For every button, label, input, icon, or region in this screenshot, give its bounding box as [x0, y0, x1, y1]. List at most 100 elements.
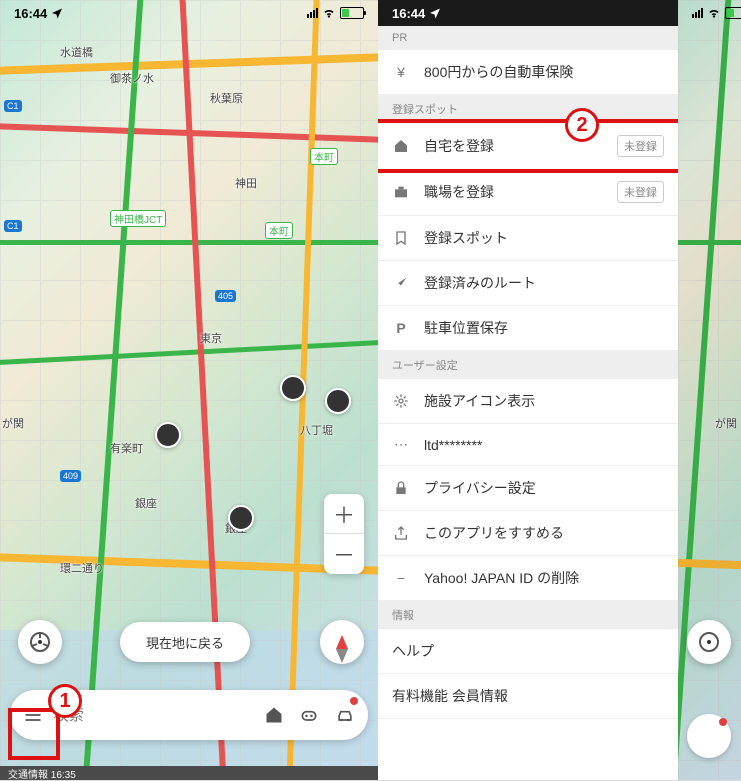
- recenter-button[interactable]: 現在地に戻る: [120, 622, 250, 662]
- map-label: 銀座: [135, 495, 157, 511]
- briefcase-icon: [392, 184, 410, 200]
- dots-icon: ⋯: [392, 436, 410, 453]
- menu-item-label: Yahoo! JAPAN ID の削除: [424, 568, 664, 588]
- search-input[interactable]: [54, 707, 253, 724]
- menu-item-saved-spots[interactable]: 登録スポット: [378, 216, 678, 261]
- map-label: 八丁堀: [300, 422, 333, 438]
- traffic-info-text: 交通情報 16:35: [8, 766, 76, 781]
- zoom-in-button[interactable]: ＋: [324, 494, 364, 534]
- driving-mode-button[interactable]: [687, 620, 731, 664]
- route-badge-405: 405: [215, 290, 236, 302]
- menu-item-account-id[interactable]: ⋯ ltd********: [378, 424, 678, 466]
- menu-section-pr: PR: [378, 26, 678, 50]
- robot-icon: [299, 705, 319, 725]
- unregistered-badge: 未登録: [617, 181, 664, 203]
- map-label: 神田橋JCT: [110, 210, 166, 227]
- menu-item-premium[interactable]: 有料機能 会員情報: [378, 674, 678, 719]
- notification-dot: [719, 718, 727, 726]
- menu-item-home-register[interactable]: 自宅を登録 未登録: [378, 119, 678, 173]
- route-badge-c1: C1: [4, 220, 22, 232]
- bottom-corner-button[interactable]: [687, 714, 731, 758]
- wifi-icon: [707, 6, 721, 20]
- zoom-out-button[interactable]: －: [324, 534, 364, 574]
- signal-icon: [307, 8, 318, 18]
- status-time: 16:44: [392, 6, 425, 21]
- home-nav-button[interactable]: [259, 695, 289, 735]
- share-icon: [392, 525, 410, 541]
- menu-item-label: ltd********: [424, 437, 664, 453]
- menu-item-label: 有料機能 会員情報: [392, 686, 664, 706]
- map-label: が関: [715, 415, 737, 431]
- menu-list[interactable]: PR ¥ 800円からの自動車保険 登録スポット 自宅を登録 未登録 職場を登録…: [378, 26, 678, 780]
- route-badge-c1: C1: [4, 100, 22, 112]
- menu-item-label: 駐車位置保存: [424, 318, 664, 338]
- map-label: 有楽町: [110, 440, 143, 456]
- home-icon: [264, 705, 284, 725]
- parking-icon: P: [392, 320, 410, 336]
- home-icon: [392, 138, 410, 154]
- battery-icon: [340, 7, 364, 19]
- steering-wheel-icon: [697, 630, 721, 654]
- traffic-info-bar: 交通情報 16:35: [0, 766, 378, 780]
- minus-icon: −: [392, 570, 410, 586]
- menu-item-label: 職場を登録: [424, 182, 603, 202]
- menu-section-user: ユーザー設定: [378, 351, 678, 379]
- status-time: 16:44: [14, 6, 47, 21]
- compass-button[interactable]: [320, 620, 364, 664]
- compass-icon: [336, 635, 348, 649]
- menu-item-help[interactable]: ヘルプ: [378, 629, 678, 674]
- menu-item-label: 登録スポット: [424, 228, 664, 248]
- route-icon: [392, 275, 410, 291]
- recenter-label: 現在地に戻る: [146, 633, 224, 652]
- battery-icon: [725, 7, 741, 19]
- menu-item-saved-routes[interactable]: 登録済みのルート: [378, 261, 678, 306]
- status-bar: [678, 0, 741, 26]
- map-canvas[interactable]: C1 C1 405 409 水道橋 御茶ノ水 秋葉原 本町 神田橋JCT 神田 …: [0, 0, 378, 780]
- map-label: が関: [2, 415, 24, 431]
- status-bar: 16:44: [378, 0, 678, 26]
- menu-item-label: 800円からの自動車保険: [424, 62, 664, 82]
- menu-item-delete-id[interactable]: − Yahoo! JAPAN ID の削除: [378, 556, 678, 601]
- map-label: 秋葉原: [210, 90, 243, 106]
- map-label: 環二通り: [60, 560, 104, 576]
- car-nav-button[interactable]: [330, 695, 360, 735]
- route-badge-409: 409: [60, 470, 81, 482]
- map-label: 東京: [200, 330, 222, 346]
- bookmark-icon: [392, 230, 410, 246]
- menu-item-work-register[interactable]: 職場を登録 未登録: [378, 169, 678, 216]
- poi-marker[interactable]: [228, 505, 254, 531]
- wifi-icon: [322, 6, 336, 20]
- menu-item-label: このアプリをすすめる: [424, 523, 664, 543]
- unregistered-badge: 未登録: [617, 135, 664, 157]
- menu-item-label: 施設アイコン表示: [424, 391, 664, 411]
- traffic-nav-button[interactable]: [295, 695, 325, 735]
- driving-mode-button[interactable]: [18, 620, 62, 664]
- poi-marker[interactable]: [155, 422, 181, 448]
- map-label: 神田: [235, 175, 257, 191]
- location-arrow-icon: [429, 7, 441, 19]
- menu-section-info: 情報: [378, 601, 678, 629]
- map-label: 本町: [265, 222, 293, 239]
- menu-item-facility-icons[interactable]: 施設アイコン表示: [378, 379, 678, 424]
- map-label: 水道橋: [60, 44, 93, 60]
- notification-dot: [350, 697, 358, 705]
- menu-item-label: 登録済みのルート: [424, 273, 664, 293]
- tutorial-badge-1: 1: [48, 684, 82, 718]
- menu-item-parking[interactable]: P 駐車位置保存: [378, 306, 678, 351]
- signal-icon: [692, 8, 703, 18]
- tutorial-badge-2: 2: [565, 108, 599, 142]
- menu-item-label: ヘルプ: [392, 641, 664, 661]
- menu-item-privacy[interactable]: プライバシー設定: [378, 466, 678, 511]
- gear-icon: [392, 393, 410, 409]
- map-label: 本町: [310, 148, 338, 165]
- tutorial-highlight-1: [8, 708, 60, 760]
- car-icon: [335, 705, 355, 725]
- zoom-control: ＋ －: [324, 494, 364, 574]
- poi-marker[interactable]: [280, 375, 306, 401]
- menu-item-pr-insurance[interactable]: ¥ 800円からの自動車保険: [378, 50, 678, 95]
- map-label: 御茶ノ水: [110, 70, 154, 86]
- menu-item-share-app[interactable]: このアプリをすすめる: [378, 511, 678, 556]
- poi-marker[interactable]: [325, 388, 351, 414]
- steering-wheel-icon: [28, 630, 52, 654]
- lock-icon: [392, 480, 410, 496]
